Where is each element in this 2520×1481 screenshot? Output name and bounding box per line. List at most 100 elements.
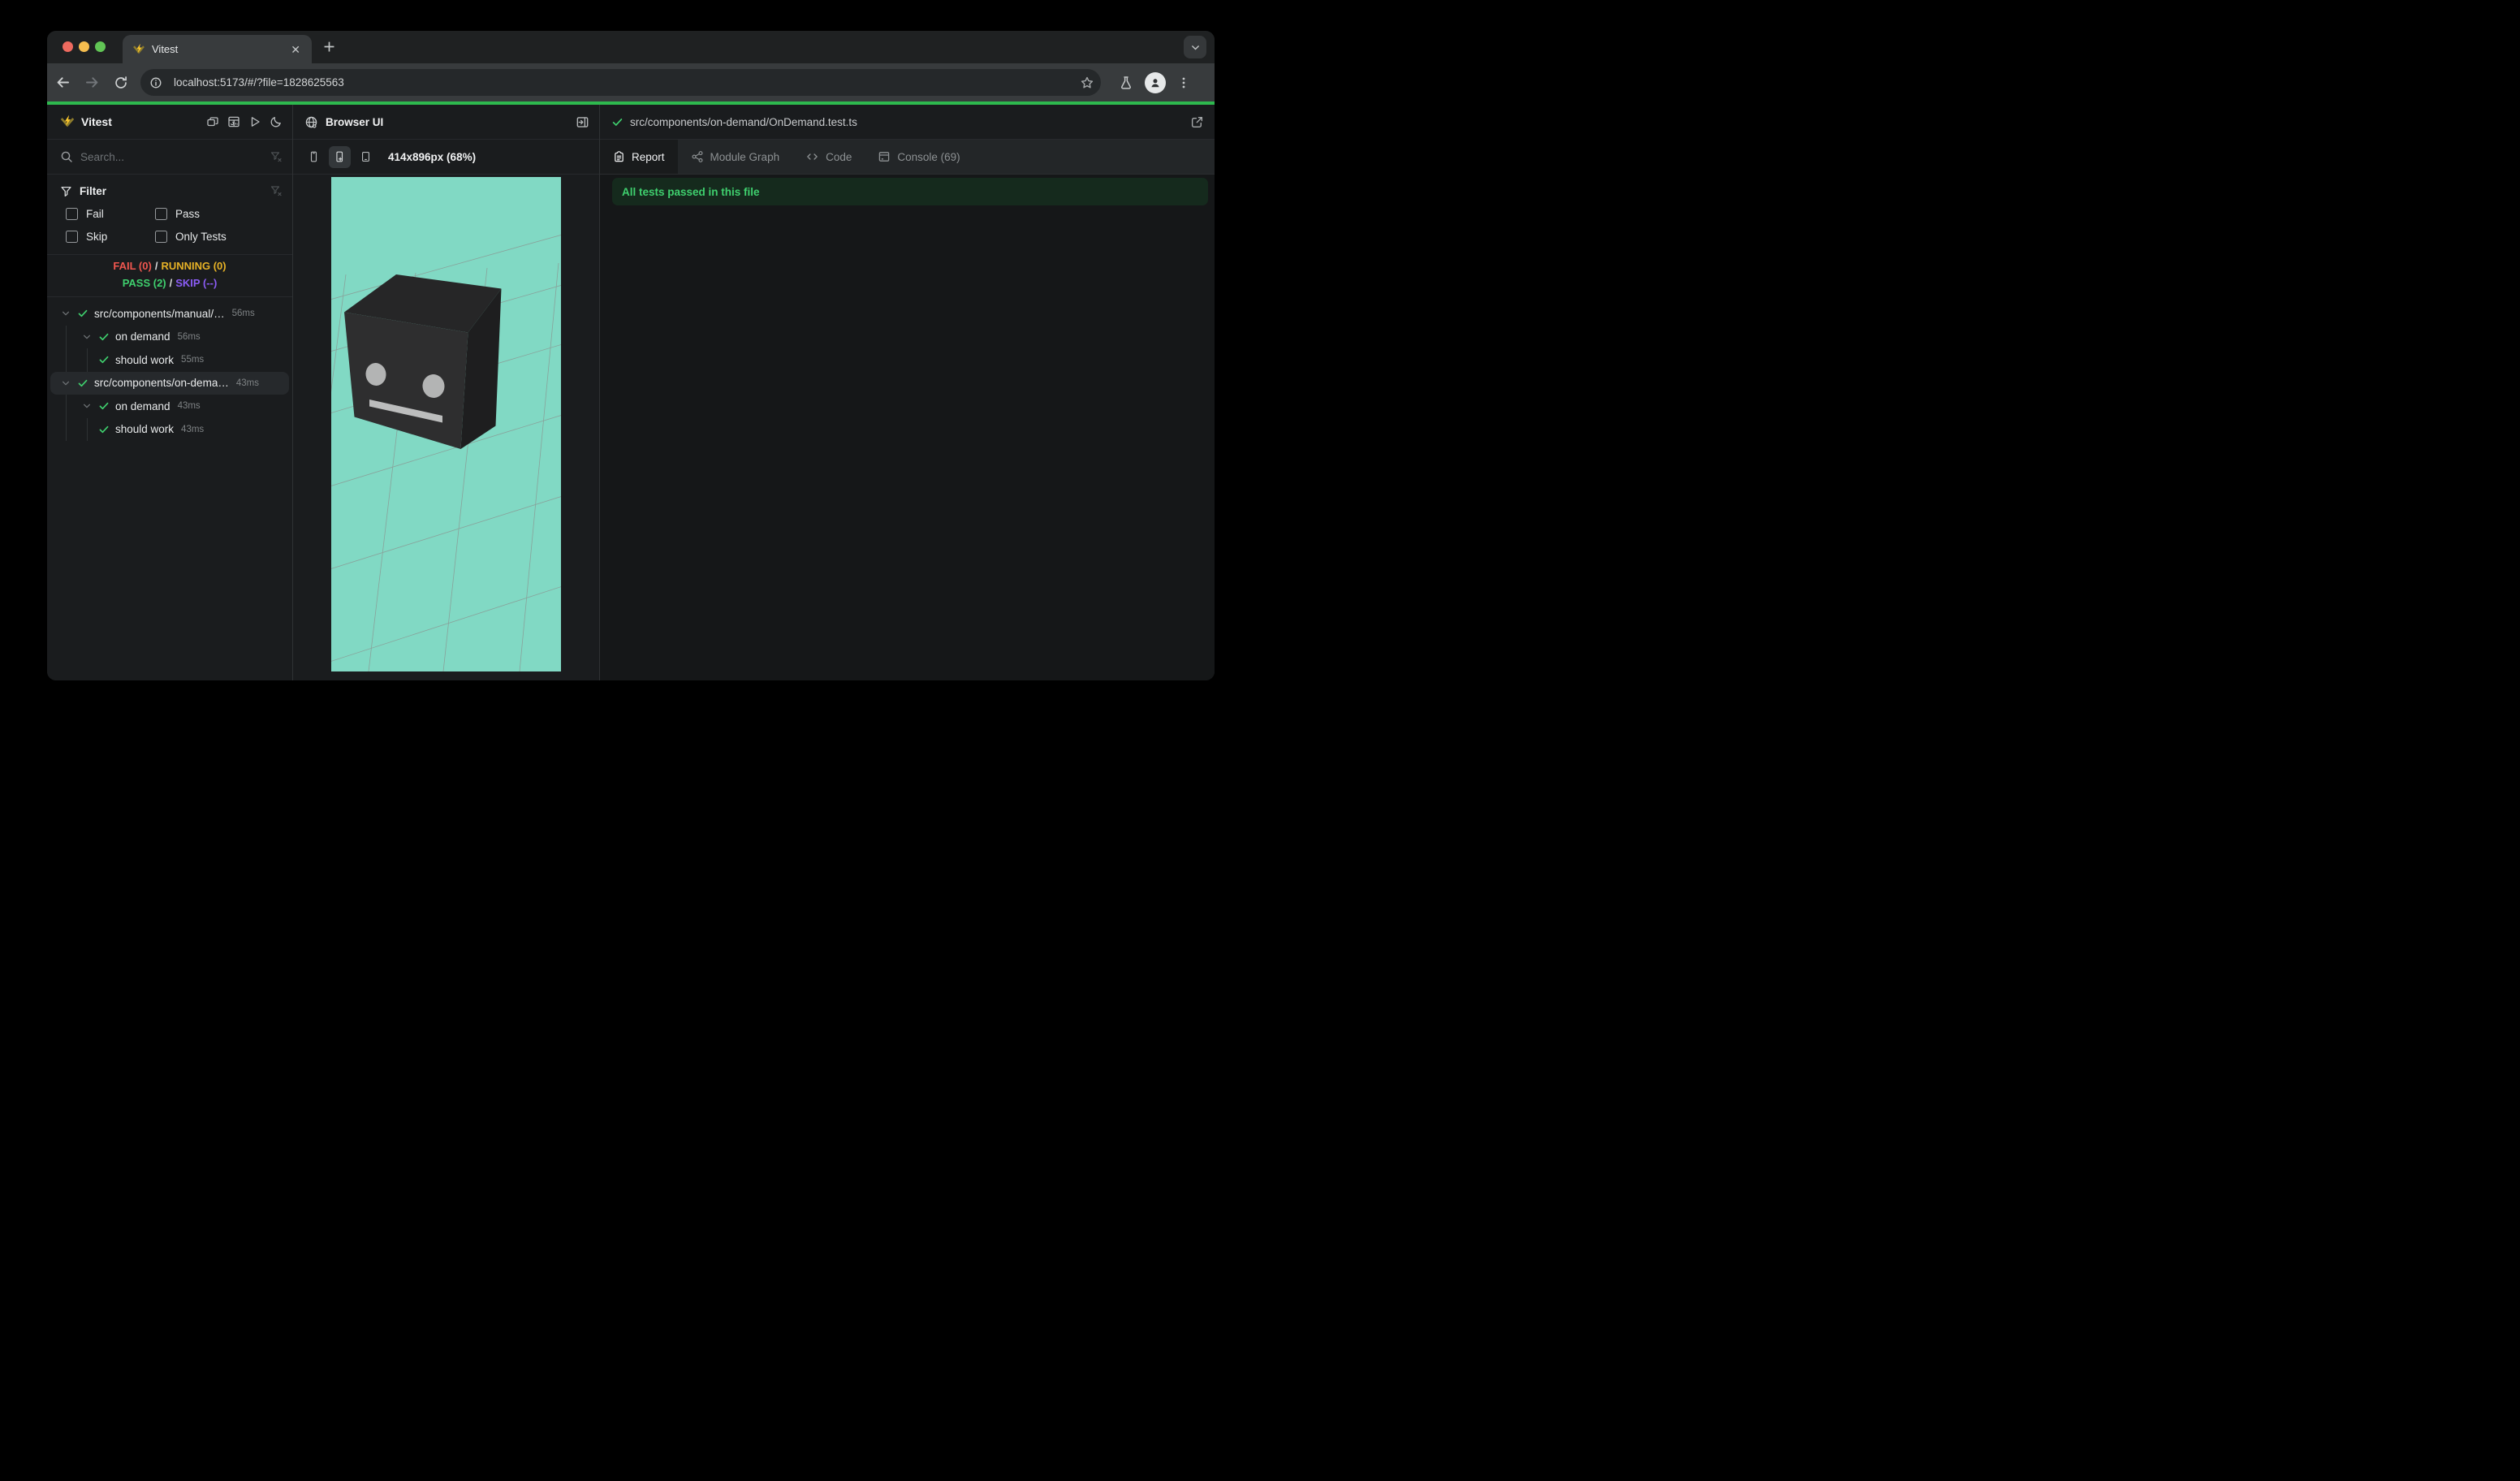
checkbox-box[interactable] [66,208,78,220]
test-tree-row-suite[interactable]: on demand 43ms [50,395,289,418]
test-duration: 56ms [177,331,201,342]
minimize-window-button[interactable] [79,41,89,52]
all-tests-passed-banner: All tests passed in this file [612,178,1208,205]
pass-check-icon [78,310,88,317]
search-bar[interactable]: Search... [47,140,292,175]
checkbox-label: Fail [86,208,104,220]
test-duration: 43ms [235,378,259,388]
details-tab-bar: Report Module Graph Code Console (69) [600,140,1215,175]
summary-line-pass-skip: PASS (2) / SKIP (--) [122,277,218,289]
vitest-ui: Vitest Search... Filter Fail Pass Skip O… [47,105,1215,680]
browser-preview-panel: Browser UI 414x896px (68%) [293,105,600,680]
browser-menu-icon[interactable] [1172,69,1196,97]
test-tree-row-test[interactable]: should work 43ms [50,417,289,441]
test-tree-row-file[interactable]: src/components/manual/… 56ms [50,302,289,326]
vitest-logo-icon [60,114,75,129]
app-under-test-canvas [331,177,561,671]
tab-search-button[interactable] [1184,36,1206,58]
indent-guide [66,417,67,441]
summary-line-fail-running: FAIL (0) / RUNNING (0) [113,260,227,272]
tab-console-69[interactable]: Console (69) [865,140,973,174]
test-duration: 43ms [181,424,205,434]
test-name: on demand [115,330,170,343]
close-window-button[interactable] [63,41,73,52]
filter-checkbox-pass[interactable]: Pass [155,208,283,220]
browser-tab[interactable]: Vitest ✕ [123,35,312,63]
globe-icon [305,116,317,128]
skip-count: SKIP (--) [175,277,218,289]
viewport-small-icon[interactable] [303,146,325,168]
console-icon [879,152,890,162]
test-duration: 55ms [181,355,205,365]
test-explorer-sidebar: Vitest Search... Filter Fail Pass Skip O… [47,105,293,680]
site-info-icon[interactable] [146,73,166,93]
test-name: should work [115,423,175,436]
experiments-flask-icon[interactable] [1114,69,1138,97]
filter-funnel-icon [61,186,71,196]
filter-checkbox-skip[interactable]: Skip [66,231,155,243]
vitest-favicon-icon [133,43,145,54]
forward-button[interactable] [80,71,104,95]
tab-label: Code [826,150,852,163]
checkbox-box[interactable] [155,231,167,243]
tab-label: Report [632,150,665,163]
run-all-tests-icon[interactable] [248,115,261,128]
app-title: Vitest [81,115,112,128]
chevron-down-icon[interactable] [82,332,92,342]
indent-guide [87,417,88,441]
module-graph-icon [692,151,703,162]
dashboard-icon[interactable] [227,115,240,128]
checkbox-label: Skip [86,231,108,243]
reload-button[interactable] [109,71,133,95]
test-tree: src/components/manual/… 56ms on demand 56ms… [47,297,292,680]
tab-close-icon[interactable]: ✕ [287,42,304,57]
tab-report[interactable]: Report [600,140,678,174]
tab-label: Console (69) [897,150,960,163]
zoom-window-button[interactable] [95,41,106,52]
test-tree-row-test[interactable]: should work 55ms [50,348,289,372]
chevron-down-icon[interactable] [61,378,71,388]
clear-search-filter-icon[interactable] [270,150,283,163]
viewport-zoom-in-icon[interactable] [329,145,351,168]
running-count: RUNNING (0) [161,260,227,272]
bookmark-star-icon[interactable] [1080,76,1094,90]
filter-title: Filter [80,184,107,197]
address-bar[interactable]: localhost:5173/#/?file=1828625563 [140,69,1101,96]
chevron-down-icon[interactable] [82,401,92,411]
test-name: should work [115,353,175,366]
clear-filters-icon[interactable] [270,184,283,197]
indent-guide [66,325,67,348]
filter-checkbox-fail[interactable]: Fail [66,208,155,220]
indent-guide [87,348,88,372]
filter-checkbox-only-tests[interactable]: Only Tests [155,231,283,243]
banner-text: All tests passed in this file [622,185,760,198]
profile-avatar[interactable] [1143,69,1167,97]
browser-tab-strip: Vitest ✕ [47,31,1215,63]
preview-viewport[interactable] [293,175,599,680]
details-header: src/components/on-demand/OnDemand.test.t… [600,105,1215,140]
dark-mode-moon-icon[interactable] [270,115,283,128]
report-icon [615,151,624,162]
back-button[interactable] [50,71,75,95]
test-details-panel: src/components/on-demand/OnDemand.test.t… [600,105,1215,680]
tab-code[interactable]: Code [792,140,865,174]
test-tree-row-file[interactable]: src/components/on-dema… 43ms [50,371,289,395]
viewport-zoom-out-icon[interactable] [355,146,377,168]
pass-check-icon [99,425,109,433]
checkbox-box[interactable] [66,231,78,243]
indent-guide [66,348,67,372]
chevron-down-icon[interactable] [61,309,71,318]
pass-count: PASS (2) [122,277,166,289]
test-name: src/components/on-dema… [94,377,229,390]
url-text: localhost:5173/#/?file=1828625563 [174,76,344,89]
test-tree-row-suite[interactable]: on demand 56ms [50,325,289,348]
checkbox-label: Pass [175,208,201,220]
pass-check-icon [99,403,109,410]
checkbox-box[interactable] [155,208,167,220]
open-external-icon[interactable] [1190,115,1204,129]
tab-module-graph[interactable]: Module Graph [678,140,793,174]
new-tab-button[interactable] [321,39,337,54]
test-duration: 43ms [177,401,201,412]
collapse-tests-icon[interactable] [206,115,219,128]
dock-panel-icon[interactable] [576,115,589,129]
